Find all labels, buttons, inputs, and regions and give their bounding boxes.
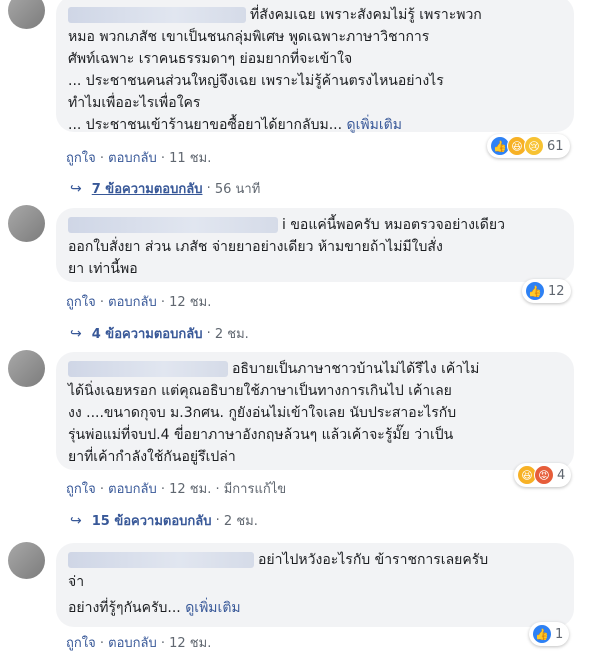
comment-line: i ขอแค่นี้พอครับ หมอตรวจอย่างเดียว xyxy=(68,214,562,236)
comment-actions: ถูกใจ · ตอบกลับ · 12 ชม. · มีการแก้ไข xyxy=(66,482,287,497)
comment-line: อย่างที่รู้ๆกันครับ... ดูเพิ่มเติม xyxy=(68,600,241,616)
like-icon: 👍 xyxy=(532,624,552,644)
reaction-count: 1 xyxy=(555,626,564,642)
comment-line: ที่สังคมเฉย เพราะสังคมไม่รู้ เพราะพวก xyxy=(68,4,562,26)
author-name[interactable] xyxy=(68,361,228,377)
reply-link[interactable]: ตอบกลับ xyxy=(108,295,157,310)
comment-line: ยา เท่านี้พอ xyxy=(68,261,138,277)
timestamp[interactable]: 11 ชม. xyxy=(169,151,211,166)
replies-time: 56 นาที xyxy=(214,182,261,197)
reply-arrow-icon: ↪ xyxy=(70,180,82,197)
reply-link[interactable]: ตอบกลับ xyxy=(108,482,157,497)
replies-time: 2 ชม. xyxy=(223,514,258,529)
reaction-summary[interactable]: 😆 😡 4 xyxy=(514,463,572,487)
comment-bubble: อธิบายเป็นภาษาชาวบ้านไม่ได้รึไง เค้าไม่ … xyxy=(56,352,574,470)
comment-line: จ่า xyxy=(68,574,85,590)
reply-arrow-icon: ↪ xyxy=(70,512,82,529)
timestamp[interactable]: 12 ชม. xyxy=(169,636,211,651)
reaction-summary[interactable]: 👍 😆 😢 61 xyxy=(487,134,570,158)
comment-line: ทำไมเพื่ออะไรเพื่อใคร xyxy=(68,95,201,111)
comment-line: ... ประชาชนเข้าร้านยาขอซื้อยาได้ยากลับม.… xyxy=(68,117,402,133)
sad-icon: 😢 xyxy=(524,136,544,156)
comment-actions: ถูกใจ · ตอบกลับ · 11 ชม. xyxy=(66,151,212,166)
like-link[interactable]: ถูกใจ xyxy=(66,636,96,651)
avatar[interactable] xyxy=(8,205,45,242)
angry-icon: 😡 xyxy=(534,465,554,485)
avatar[interactable] xyxy=(8,0,45,29)
comment-bubble: i ขอแค่นี้พอครับ หมอตรวจอย่างเดียว ออกใบ… xyxy=(56,208,574,282)
comment-line: ... ประชาชนคนส่วนใหญ่จึงเฉย เพราะไม่รู้ค… xyxy=(68,73,444,89)
comment-line: งง ....ขนาดกุจบ ม.3กศน. กูยังอ่นไม่เข้าใ… xyxy=(68,405,457,421)
comment-line: รุ่นพ่อแม่ที่จบป.4 ขี่อยาภาษาอังกฤษล้วนๆ… xyxy=(68,427,454,443)
see-more-link[interactable]: ดูเพิ่มเติม xyxy=(185,600,240,616)
comment-line: อย่าไปหวังอะไรกับ ข้าราชการเลยครับ xyxy=(68,549,562,571)
reply-link[interactable]: ตอบกลับ xyxy=(108,151,157,166)
reaction-summary[interactable]: 👍 12 xyxy=(522,279,571,303)
reaction-count: 4 xyxy=(557,467,566,483)
comment-line: ยาที่เค้ากำลังใช้กันอยู่รึเปล่า xyxy=(68,449,236,465)
reaction-count: 12 xyxy=(548,283,565,299)
comment-line: หมอ พวกเภสัช เขาเป็นชนกลุ่มพิเศษ พูดเฉพา… xyxy=(68,29,430,45)
view-replies-link[interactable]: 15 ข้อความตอบกลับ xyxy=(92,510,212,531)
avatar[interactable] xyxy=(8,350,45,387)
reply-link[interactable]: ตอบกลับ xyxy=(108,636,157,651)
comment-line: อธิบายเป็นภาษาชาวบ้านไม่ได้รึไง เค้าไม่ xyxy=(68,358,562,380)
replies-row[interactable]: ↪ 7 ข้อความตอบกลับ · 56 นาที xyxy=(70,178,260,199)
like-icon: 👍 xyxy=(525,281,545,301)
author-name[interactable] xyxy=(68,552,254,568)
view-replies-link[interactable]: 4 ข้อความตอบกลับ xyxy=(92,323,203,344)
comment-line: ออกใบสั่งยา ส่วน เภสัช จ่ายยาอย่างเดียว … xyxy=(68,239,443,255)
comment-bubble: อย่าไปหวังอะไรกับ ข้าราชการเลยครับ จ่า อ… xyxy=(56,543,574,627)
timestamp[interactable]: 12 ชม. xyxy=(169,482,211,497)
comment-line: ศัพท์เฉพาะ เราคนธรรมดาๆ ย่อมยากที่จะเข้า… xyxy=(68,51,353,67)
like-link[interactable]: ถูกใจ xyxy=(66,482,96,497)
comment-actions: ถูกใจ · ตอบกลับ · 12 ชม. xyxy=(66,295,212,310)
author-name[interactable] xyxy=(68,7,246,23)
avatar[interactable] xyxy=(8,542,45,579)
comment-actions: ถูกใจ · ตอบกลับ · 12 ชม. xyxy=(66,636,212,651)
comment-line: ได้นิ่งเฉยหรอก แต่คุณอธิบายใช้ภาษาเป็นทา… xyxy=(68,383,452,399)
reaction-count: 61 xyxy=(547,138,564,154)
author-name[interactable] xyxy=(68,217,278,233)
edited-label[interactable]: มีการแก้ไข xyxy=(224,482,286,497)
reaction-summary[interactable]: 👍 1 xyxy=(529,622,570,646)
like-link[interactable]: ถูกใจ xyxy=(66,295,96,310)
replies-row[interactable]: ↪ 4 ข้อความตอบกลับ · 2 ชม. xyxy=(70,323,249,344)
view-replies-link[interactable]: 7 ข้อความตอบกลับ xyxy=(92,178,203,199)
like-link[interactable]: ถูกใจ xyxy=(66,151,96,166)
reply-arrow-icon: ↪ xyxy=(70,325,82,342)
replies-row[interactable]: ↪ 15 ข้อความตอบกลับ · 2 ชม. xyxy=(70,510,258,531)
timestamp[interactable]: 12 ชม. xyxy=(169,295,211,310)
replies-time: 2 ชม. xyxy=(214,327,249,342)
comment-bubble: ที่สังคมเฉย เพราะสังคมไม่รู้ เพราะพวก หม… xyxy=(56,0,574,133)
see-more-link[interactable]: ดูเพิ่มเติม xyxy=(347,117,402,133)
